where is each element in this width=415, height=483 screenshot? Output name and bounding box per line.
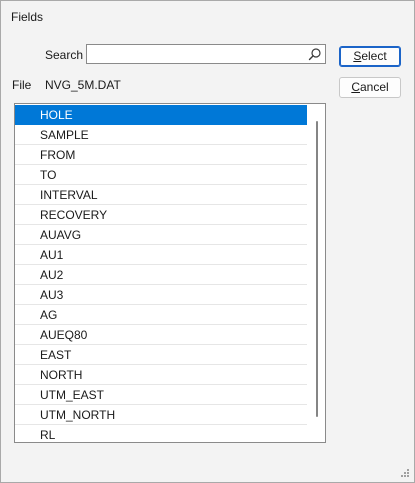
field-list-item-label: RECOVERY bbox=[40, 208, 108, 222]
field-list-item[interactable]: AU2 bbox=[15, 265, 307, 285]
field-list-item[interactable]: NORTH bbox=[15, 365, 307, 385]
search-input[interactable] bbox=[90, 46, 300, 62]
field-list-item-label: AU1 bbox=[40, 248, 64, 262]
search-label: Search bbox=[45, 48, 84, 62]
cancel-button-label: ancel bbox=[359, 80, 389, 94]
field-list-item[interactable]: INTERVAL bbox=[15, 185, 307, 205]
field-list-item[interactable]: AG bbox=[15, 305, 307, 325]
cancel-button-mnemonic: C bbox=[351, 80, 360, 94]
field-list-item[interactable]: EAST bbox=[15, 345, 307, 365]
field-list-item[interactable]: UTM_NORTH bbox=[15, 405, 307, 425]
field-list-item[interactable]: SAMPLE bbox=[15, 125, 307, 145]
field-list-item[interactable]: RL bbox=[15, 425, 307, 442]
field-list-item-label: AUAVG bbox=[40, 228, 82, 242]
field-list-item-label: UTM_NORTH bbox=[40, 408, 116, 422]
field-list-item[interactable]: AU1 bbox=[15, 245, 307, 265]
file-name-value: NVG_5M.DAT bbox=[45, 78, 121, 92]
cancel-button[interactable]: Cancel bbox=[339, 77, 401, 98]
select-button[interactable]: Select bbox=[339, 46, 401, 67]
field-list-item[interactable]: RECOVERY bbox=[15, 205, 307, 225]
vertical-scrollbar[interactable] bbox=[308, 104, 325, 442]
field-list-item[interactable]: AUAVG bbox=[15, 225, 307, 245]
fields-listbox[interactable]: HOLE SAMPLE FROM TO INTERVAL RECOVERY AUAVG AU1… bbox=[14, 103, 326, 443]
field-list-item-label: HOLE bbox=[40, 108, 73, 122]
field-list-item[interactable]: UTM_EAST bbox=[15, 385, 307, 405]
field-list-item[interactable]: TO bbox=[15, 165, 307, 185]
file-label: File bbox=[12, 78, 32, 92]
select-button-label: elect bbox=[361, 49, 387, 63]
fields-list: HOLE SAMPLE FROM TO INTERVAL RECOVERY AUAVG AU1… bbox=[15, 105, 307, 442]
dialog-title: Fields bbox=[11, 10, 44, 24]
field-list-item[interactable]: HOLE bbox=[15, 105, 307, 125]
search-field[interactable] bbox=[86, 44, 326, 64]
field-list-item-label: AG bbox=[40, 308, 58, 322]
search-icon[interactable] bbox=[308, 47, 322, 61]
field-list-item-label: INTERVAL bbox=[40, 188, 98, 202]
field-list-item-label: AU3 bbox=[40, 288, 64, 302]
field-list-item-label: NORTH bbox=[40, 368, 83, 382]
field-list-item[interactable]: AUEQ80 bbox=[15, 325, 307, 345]
field-list-item-label: TO bbox=[40, 168, 57, 182]
title-bar[interactable]: Fields bbox=[1, 1, 414, 33]
field-list-item-label: SAMPLE bbox=[40, 128, 89, 142]
field-list-item-label: AU2 bbox=[40, 268, 64, 282]
field-list-item-label: UTM_EAST bbox=[40, 388, 105, 402]
field-list-item-label: FROM bbox=[40, 148, 76, 162]
scrollbar-thumb[interactable] bbox=[316, 121, 318, 417]
field-list-item-label: EAST bbox=[40, 348, 72, 362]
resize-grip-icon[interactable] bbox=[399, 467, 410, 478]
field-list-item[interactable]: FROM bbox=[15, 145, 307, 165]
fields-dialog: Fields Search File NVG_5M.DAT Select Can… bbox=[0, 0, 415, 483]
field-list-item[interactable]: AU3 bbox=[15, 285, 307, 305]
field-list-item-label: AUEQ80 bbox=[40, 328, 88, 342]
field-list-item-label: RL bbox=[40, 428, 56, 442]
